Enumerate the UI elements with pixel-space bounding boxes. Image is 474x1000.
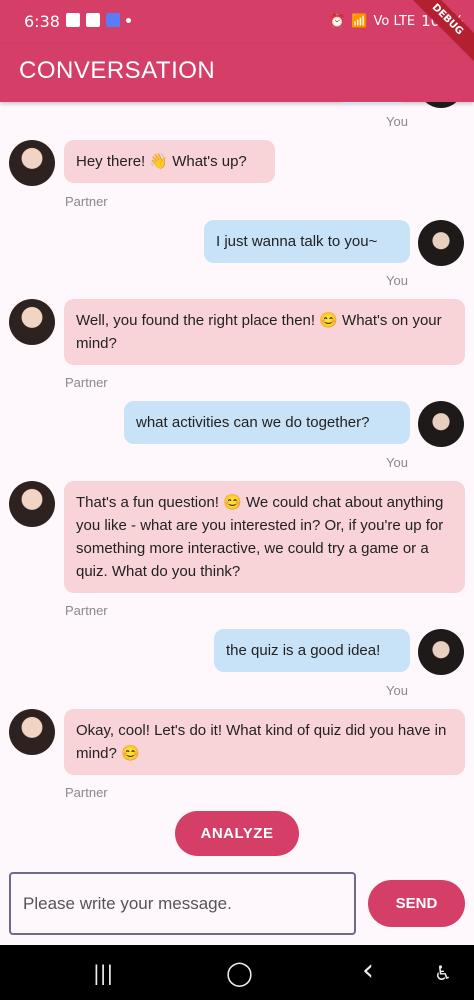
wifi-icon: 📶 xyxy=(351,13,368,29)
gallery-icon xyxy=(66,13,80,27)
sender-label: You xyxy=(386,273,408,288)
sender-label: Partner xyxy=(65,785,108,800)
more-notifications-dot-icon xyxy=(126,17,131,23)
message-list[interactable]: You Hey there! 👋 What's up? Partner I ju… xyxy=(0,102,474,808)
avatar-partner xyxy=(9,299,55,345)
app-bar: CONVERSATION xyxy=(0,44,474,102)
sender-label: Partner xyxy=(65,194,108,209)
status-time: 6:38 xyxy=(24,12,60,31)
network-label: Vo LTE xyxy=(373,13,416,29)
sender-label: You xyxy=(386,114,408,129)
message-bubble-partner: That's a fun question! 😊 We could chat a… xyxy=(64,481,465,593)
flipboard-icon xyxy=(86,13,100,27)
analyze-button[interactable]: ANALYZE xyxy=(175,811,299,856)
message-bubble-you: what activities can we do together? xyxy=(124,401,410,444)
avatar-partner xyxy=(9,140,55,186)
alarm-icon: ⏰ xyxy=(329,13,346,29)
avatar-you xyxy=(418,629,464,675)
avatar-partner xyxy=(9,481,55,527)
sender-label: Partner xyxy=(65,375,108,390)
accessibility-icon[interactable]: ♿ xyxy=(434,961,452,985)
message-bubble-you: the quiz is a good idea! xyxy=(214,629,410,672)
notification-icons xyxy=(66,13,131,27)
home-icon[interactable]: ◯ xyxy=(226,959,253,987)
avatar-you xyxy=(418,220,464,266)
system-nav-bar: ||| ◯ ‹ ♿ xyxy=(0,945,474,1000)
message-bubble-partner: Okay, cool! Let's do it! What kind of qu… xyxy=(64,709,465,775)
send-button[interactable]: SEND xyxy=(368,880,465,927)
page-title: CONVERSATION xyxy=(19,57,216,84)
message-bubble-you xyxy=(337,102,407,104)
avatar-partner xyxy=(9,709,55,755)
sender-label: Partner xyxy=(65,603,108,618)
recents-icon[interactable]: ||| xyxy=(93,961,113,985)
avatar-you xyxy=(418,102,464,108)
message-bubble-partner: Hey there! 👋 What's up? xyxy=(64,140,275,183)
avatar-you xyxy=(418,401,464,447)
sender-label: You xyxy=(386,455,408,470)
back-icon[interactable]: ‹ xyxy=(362,953,374,988)
message-bubble-you: I just wanna talk to you~ xyxy=(204,220,410,263)
message-bubble-partner: Well, you found the right place then! 😊 … xyxy=(64,299,465,365)
sender-label: You xyxy=(386,683,408,698)
message-input[interactable] xyxy=(23,874,342,933)
status-bar: 6:38 ⏰ 📶 Vo LTE 100% xyxy=(0,0,474,44)
message-input-box[interactable] xyxy=(9,872,356,935)
messenger-icon xyxy=(106,13,120,27)
